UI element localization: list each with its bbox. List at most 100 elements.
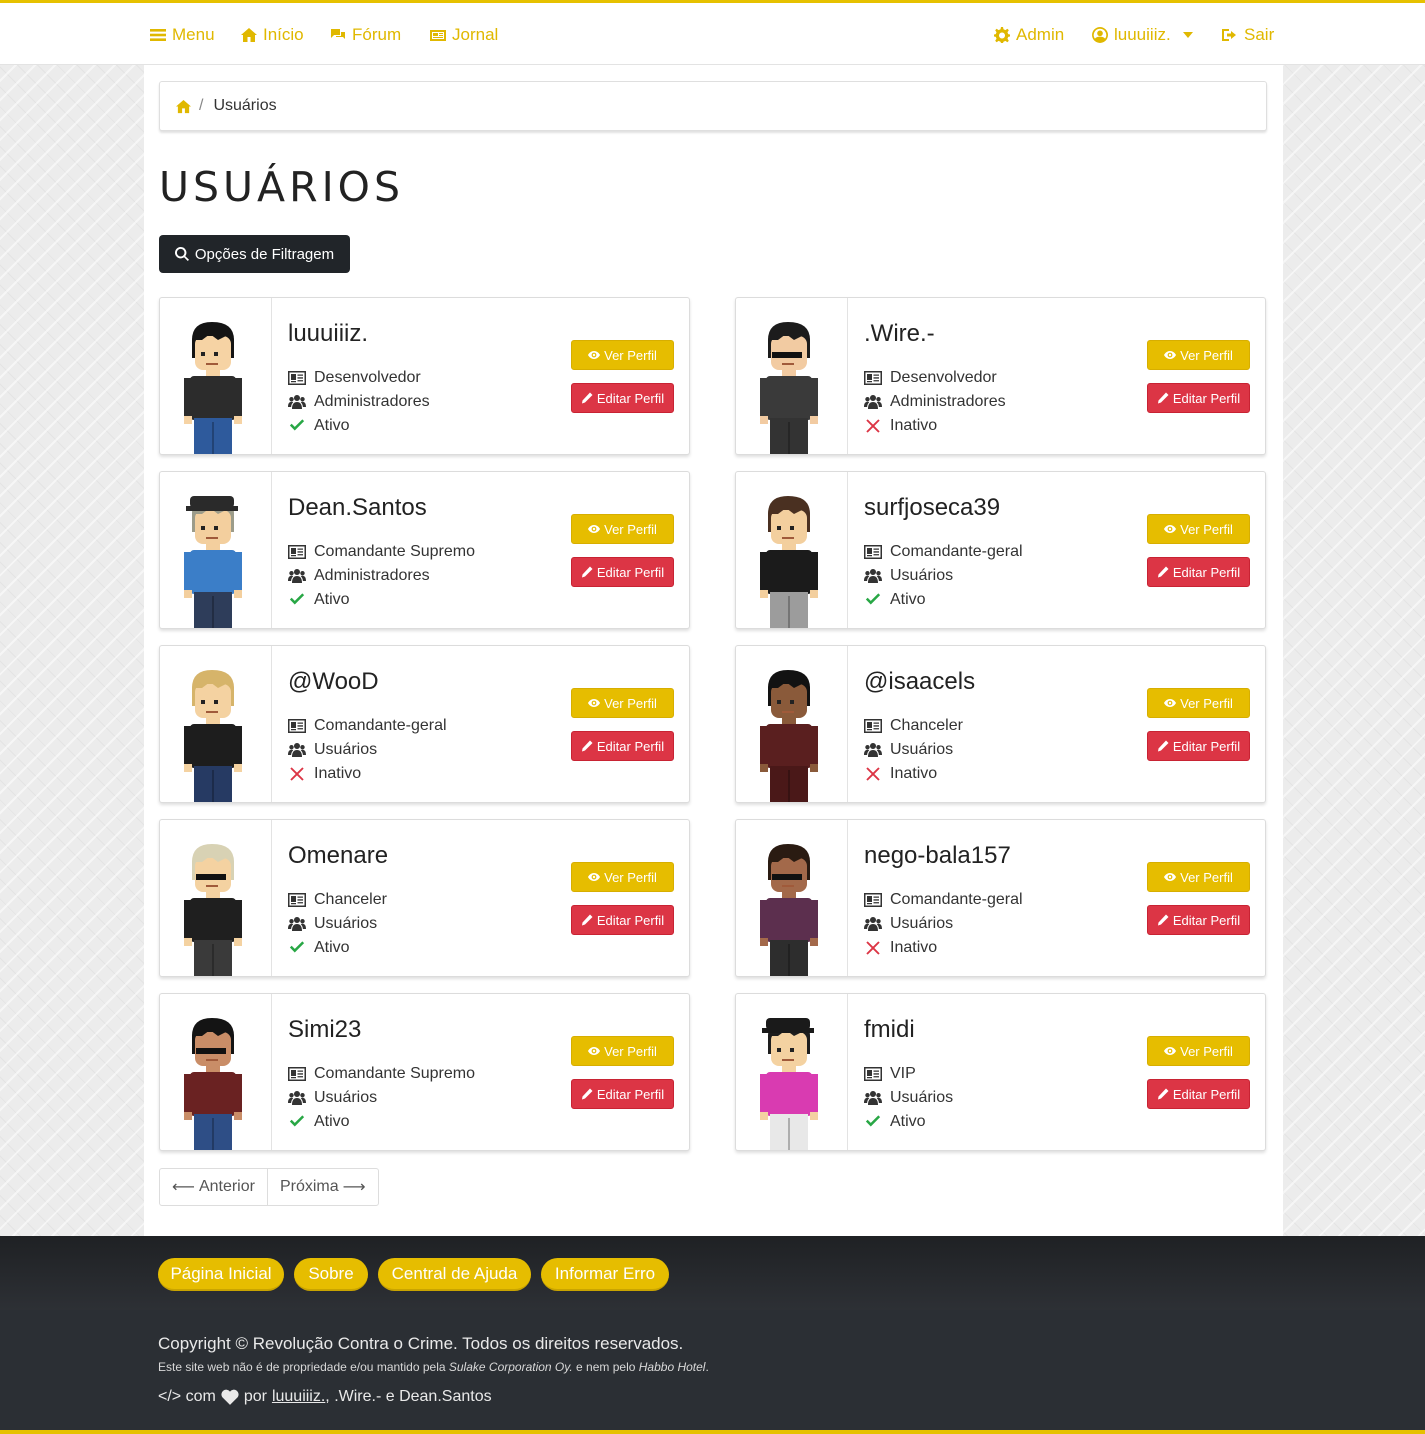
check-icon	[865, 593, 881, 605]
eye-icon	[588, 525, 601, 533]
view-profile-label: Ver Perfil	[604, 521, 657, 537]
disclaimer-company: Sulake Corporation Oy.	[448, 1360, 573, 1374]
user-group-label: Usuários	[890, 741, 954, 758]
nav-forum[interactable]: Fórum	[330, 23, 401, 47]
view-profile-button[interactable]: Ver Perfil	[571, 514, 674, 544]
credits-rest: , .Wire.- e Dean.Santos	[325, 1388, 492, 1405]
nav-sair[interactable]: Sair	[1222, 23, 1274, 47]
user-status-label: Inativo	[890, 417, 938, 434]
users-icon	[288, 395, 306, 409]
edit-profile-button[interactable]: Editar Perfil	[1147, 905, 1250, 935]
eye-icon	[1164, 873, 1177, 881]
nav-menu[interactable]: Menu	[150, 23, 215, 47]
view-profile-button[interactable]: Ver Perfil	[1147, 862, 1250, 892]
main-content: / Usuários USUÁRIOS Opções de Filtragem …	[144, 65, 1283, 1236]
edit-profile-button[interactable]: Editar Perfil	[571, 731, 674, 761]
footer-link-report[interactable]: Informar Erro	[541, 1258, 669, 1291]
disclaimer-part-c: e nem pelo	[572, 1360, 639, 1374]
pagination-next[interactable]: Próxima ⟶	[266, 1169, 378, 1205]
edit-profile-label: Editar Perfil	[1172, 564, 1241, 580]
pencil-icon	[1157, 1088, 1169, 1100]
avatar-icon	[184, 322, 242, 454]
edit-profile-button[interactable]: Editar Perfil	[571, 905, 674, 935]
user-name: surfjoseca39	[864, 494, 1001, 521]
edit-profile-button[interactable]: Editar Perfil	[571, 1079, 674, 1109]
user-group: Usuários	[864, 567, 953, 585]
footer-link-about[interactable]: Sobre	[294, 1258, 368, 1291]
user-group-label: Usuários	[890, 567, 954, 584]
nav-inicio[interactable]: Início	[241, 23, 304, 47]
user-status: Ativo	[864, 1113, 926, 1131]
check-icon	[289, 593, 305, 605]
view-profile-button[interactable]: Ver Perfil	[571, 688, 674, 718]
view-profile-button[interactable]: Ver Perfil	[1147, 688, 1250, 718]
user-status: Ativo	[288, 591, 350, 609]
view-profile-button[interactable]: Ver Perfil	[1147, 340, 1250, 370]
nav-jornal[interactable]: Jornal	[430, 23, 498, 47]
view-profile-label: Ver Perfil	[604, 695, 657, 711]
footer-link-help[interactable]: Central de Ajuda	[378, 1258, 531, 1291]
edit-profile-button[interactable]: Editar Perfil	[1147, 731, 1250, 761]
edit-profile-button[interactable]: Editar Perfil	[1147, 557, 1250, 587]
edit-profile-button[interactable]: Editar Perfil	[571, 557, 674, 587]
pencil-icon	[581, 740, 593, 752]
edit-profile-label: Editar Perfil	[596, 738, 665, 754]
eye-icon	[588, 1047, 601, 1055]
user-status-label: Ativo	[890, 591, 926, 608]
user-role-label: Comandante Supremo	[314, 1065, 475, 1082]
user-card: Simi23 Comandante Supremo Usuários Ativo…	[159, 993, 690, 1151]
breadcrumb-separator: /	[199, 97, 204, 114]
view-profile-button[interactable]: Ver Perfil	[1147, 514, 1250, 544]
view-profile-button[interactable]: Ver Perfil	[571, 340, 674, 370]
user-status-label: Ativo	[314, 591, 350, 608]
user-dropdown-label: luuuiiiz.	[1114, 25, 1171, 44]
user-dropdown[interactable]: luuuiiiz.	[1092, 23, 1193, 47]
credits-author-link[interactable]: luuuiiiz.	[272, 1388, 325, 1405]
edit-profile-label: Editar Perfil	[596, 912, 665, 928]
pagination-prev[interactable]: ⟵ Anterior	[160, 1169, 267, 1205]
avatar-icon	[760, 844, 818, 976]
id-card-icon	[864, 545, 882, 559]
user-status: Ativo	[288, 939, 350, 957]
view-profile-button[interactable]: Ver Perfil	[571, 862, 674, 892]
user-role: Desenvolvedor	[288, 369, 421, 387]
home-icon[interactable]	[176, 99, 191, 114]
avatar-icon	[760, 1018, 818, 1150]
id-card-icon	[288, 719, 306, 733]
pencil-icon	[581, 392, 593, 404]
view-profile-button[interactable]: Ver Perfil	[1147, 1036, 1250, 1066]
id-card-icon	[288, 893, 306, 907]
breadcrumb: / Usuários	[159, 81, 1267, 131]
view-profile-button[interactable]: Ver Perfil	[571, 1036, 674, 1066]
user-card: nego-bala157 Comandante-geral Usuários I…	[735, 819, 1266, 977]
users-icon	[864, 1091, 882, 1105]
avatar	[160, 298, 272, 454]
disclaimer-part-e: .	[705, 1360, 709, 1374]
user-status-label: Inativo	[890, 939, 938, 956]
edit-profile-button[interactable]: Editar Perfil	[1147, 383, 1250, 413]
home-icon	[241, 28, 257, 42]
users-icon	[864, 917, 882, 931]
eye-icon	[1164, 525, 1177, 533]
avatar	[160, 646, 272, 802]
eye-icon	[1164, 699, 1177, 707]
copyright-text: Copyright © Revolução Contra o Crime. To…	[158, 1334, 684, 1353]
user-group: Usuários	[864, 1089, 953, 1107]
view-profile-label: Ver Perfil	[1180, 695, 1233, 711]
nav-admin[interactable]: Admin	[994, 23, 1064, 47]
filter-options-button[interactable]: Opções de Filtragem	[159, 235, 350, 273]
avatar	[736, 820, 848, 976]
user-role: Comandante-geral	[864, 891, 1023, 909]
edit-profile-button[interactable]: Editar Perfil	[571, 383, 674, 413]
footer-link-home[interactable]: Página Inicial	[158, 1258, 284, 1291]
newspaper-icon	[430, 30, 446, 41]
users-icon	[288, 569, 306, 583]
user-status-label: Ativo	[314, 939, 350, 956]
check-icon	[289, 941, 305, 953]
user-role: Chanceler	[864, 717, 963, 735]
users-icon	[864, 743, 882, 757]
edit-profile-button[interactable]: Editar Perfil	[1147, 1079, 1250, 1109]
edit-profile-label: Editar Perfil	[596, 564, 665, 580]
user-card: luuuiiiz. Desenvolvedor Administradores …	[159, 297, 690, 455]
heart-icon	[221, 1389, 239, 1405]
